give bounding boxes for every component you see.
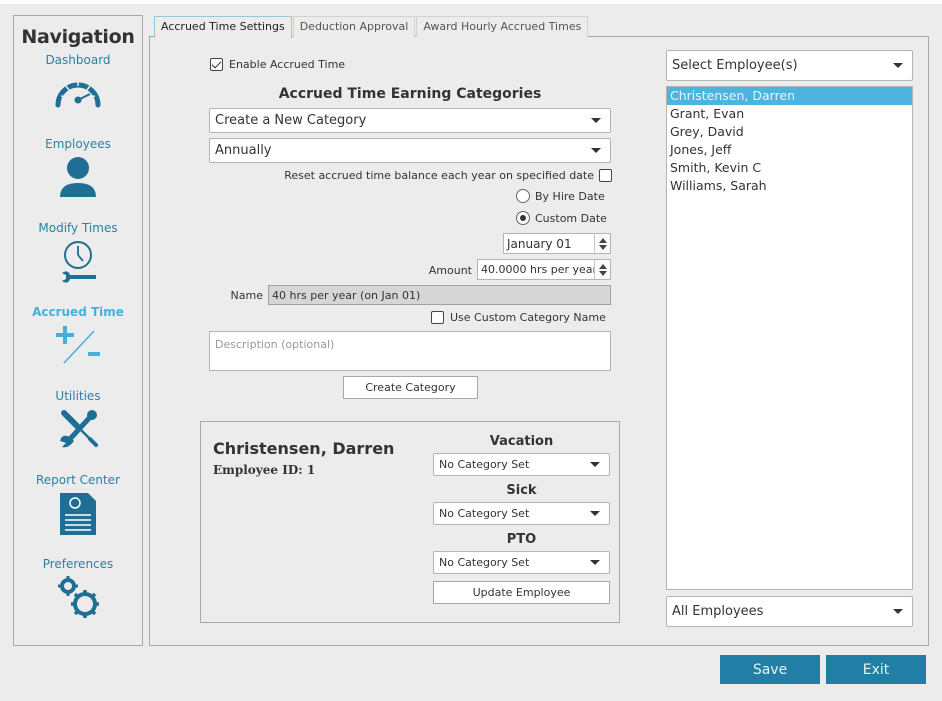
sick-label: Sick — [506, 483, 537, 498]
category-name-field: 40 hrs per year (on Jan 01) — [268, 285, 611, 305]
employee-list-item[interactable]: Williams, Sarah — [667, 177, 912, 195]
tools-icon — [60, 410, 98, 448]
reset-balance-option[interactable]: Reset accrued time balance each year on … — [260, 169, 612, 182]
radio-button[interactable] — [516, 211, 530, 225]
reset-balance-checkbox[interactable] — [599, 169, 612, 182]
nav-item-label: Employees — [45, 137, 111, 151]
speedometer-icon — [55, 81, 101, 108]
vacation-category-select[interactable]: No Category Set — [433, 453, 610, 476]
nav-item-label: Preferences — [42, 557, 114, 571]
use-custom-name-checkbox[interactable] — [431, 311, 444, 324]
use-custom-name-label: Use Custom Category Name — [450, 311, 606, 324]
vacation-select-value: No Category Set — [439, 458, 530, 471]
gears-icon — [58, 576, 99, 618]
nav-item-modify-times[interactable]: Modify Times — [14, 221, 142, 285]
employee-list-item[interactable]: Christensen, Darren — [667, 87, 912, 105]
radio-button[interactable] — [516, 189, 530, 203]
radio-custom-date-label: Custom Date — [535, 211, 607, 225]
frequency-select-value: Annually — [215, 143, 272, 158]
exit-button[interactable]: Exit — [826, 655, 926, 684]
nav-item-accrued-time[interactable]: Accrued Time — [14, 305, 142, 365]
name-label: Name — [230, 289, 263, 302]
user-icon — [60, 157, 96, 197]
sick-category-select[interactable]: No Category Set — [433, 502, 610, 525]
vacation-label: Vacation — [489, 434, 554, 449]
enable-accrued-time-label: Enable Accrued Time — [229, 58, 346, 71]
plus-minus-icon — [56, 326, 100, 364]
arrow-down-icon — [598, 270, 607, 276]
chevron-down-icon — [590, 560, 600, 565]
category-select[interactable]: Create a New Category — [209, 108, 611, 133]
navigation-sidebar: Navigation Dashboard Employees Modify Ti… — [13, 15, 143, 646]
employee-list-item[interactable]: Grant, Evan — [667, 105, 912, 123]
category-select-value: Create a New Category — [215, 113, 367, 128]
top-strip — [0, 0, 942, 4]
enable-accrued-time[interactable]: Enable Accrued Time — [210, 58, 345, 71]
date-spinner[interactable]: January 01 — [503, 233, 611, 254]
radio-by-hire-date-label: By Hire Date — [535, 189, 605, 203]
chevron-down-icon — [591, 118, 601, 123]
spinner-arrows[interactable] — [594, 260, 610, 279]
create-category-button[interactable]: Create Category — [343, 376, 478, 399]
chevron-down-icon — [893, 609, 903, 614]
nav-item-report-center[interactable]: Report Center — [14, 473, 142, 537]
radio-by-hire-date[interactable]: By Hire Date — [516, 189, 605, 203]
update-employee-button[interactable]: Update Employee — [433, 581, 610, 604]
chevron-down-icon — [590, 462, 600, 467]
clock-wrench-icon — [62, 241, 96, 283]
chevron-down-icon — [590, 511, 600, 516]
sick-select-value: No Category Set — [439, 507, 530, 520]
spinner-arrows[interactable] — [594, 234, 610, 253]
employee-list-item[interactable]: Jones, Jeff — [667, 141, 912, 159]
employee-name: Christensen, Darren — [213, 439, 395, 458]
nav-item-label: Dashboard — [45, 53, 111, 67]
description-input[interactable]: Description (optional) — [209, 331, 611, 371]
chevron-down-icon — [893, 63, 903, 68]
nav-item-preferences[interactable]: Preferences — [14, 557, 142, 621]
employee-filter-dropdown[interactable]: All Employees — [666, 596, 913, 627]
employee-list-item[interactable]: Smith, Kevin C — [667, 159, 912, 177]
frequency-select[interactable]: Annually — [209, 138, 611, 163]
arrow-down-icon — [598, 244, 607, 250]
save-button[interactable]: Save — [720, 655, 820, 684]
tab-award-hourly-accrued-times[interactable]: Award Hourly Accrued Times — [416, 16, 589, 37]
employee-filter-value: All Employees — [672, 604, 764, 619]
navigation-title: Navigation — [21, 26, 135, 48]
tab-bar: Accrued Time Settings Deduction Approval… — [154, 16, 589, 38]
nav-item-label: Accrued Time — [32, 305, 124, 319]
earning-categories-heading: Accrued Time Earning Categories — [278, 86, 542, 102]
tab-accrued-time-settings[interactable]: Accrued Time Settings — [154, 16, 292, 38]
arrow-up-icon — [598, 263, 607, 269]
use-custom-name-option[interactable]: Use Custom Category Name — [431, 311, 606, 324]
nav-item-dashboard[interactable]: Dashboard — [14, 53, 142, 111]
amount-spinner[interactable]: 40.0000 hrs per year — [477, 259, 611, 280]
nav-item-label: Utilities — [55, 389, 101, 403]
nav-item-utilities[interactable]: Utilities — [14, 389, 142, 451]
amount-label: Amount — [428, 264, 472, 277]
pto-select-value: No Category Set — [439, 556, 530, 569]
employee-list-item[interactable]: Grey, David — [667, 123, 912, 141]
employee-id: Employee ID: 1 — [213, 463, 316, 477]
nav-item-label: Modify Times — [38, 221, 118, 235]
arrow-up-icon — [598, 237, 607, 243]
enable-accrued-time-checkbox[interactable] — [210, 58, 223, 71]
nav-item-label: Report Center — [36, 473, 120, 487]
reset-balance-label: Reset accrued time balance each year on … — [284, 169, 594, 182]
date-spinner-value: January 01 — [507, 236, 572, 251]
select-employees-value: Select Employee(s) — [672, 58, 798, 73]
chevron-down-icon — [591, 148, 601, 153]
pto-label: PTO — [506, 532, 537, 547]
nav-item-employees[interactable]: Employees — [14, 137, 142, 199]
radio-custom-date[interactable]: Custom Date — [516, 211, 607, 225]
amount-spinner-value: 40.0000 hrs per year — [481, 263, 594, 276]
employee-list[interactable]: Christensen, Darren Grant, Evan Grey, Da… — [666, 86, 913, 590]
report-document-icon — [60, 493, 96, 535]
pto-category-select[interactable]: No Category Set — [433, 551, 610, 574]
tab-deduction-approval[interactable]: Deduction Approval — [292, 16, 416, 37]
select-employees-dropdown[interactable]: Select Employee(s) — [666, 50, 913, 81]
